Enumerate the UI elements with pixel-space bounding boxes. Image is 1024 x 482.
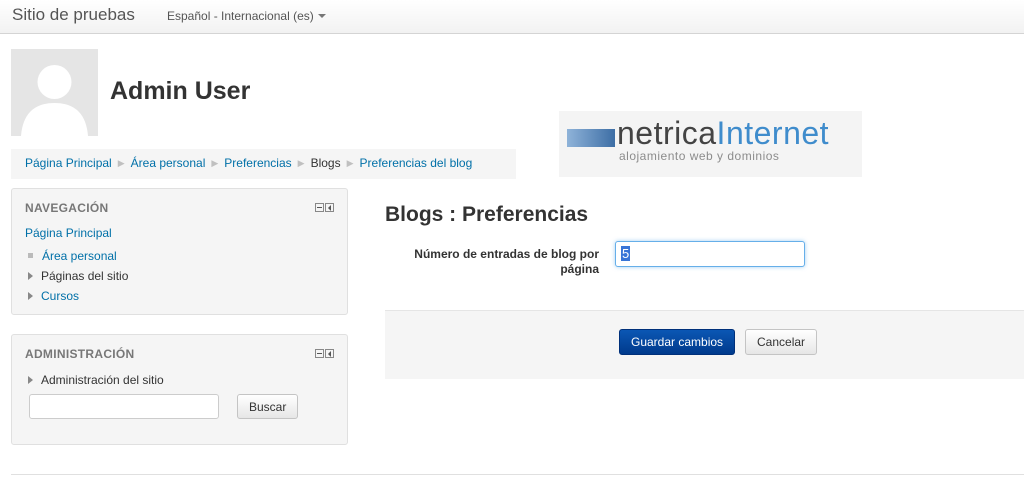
breadcrumb-blogs: Blogs [310,156,341,170]
breadcrumb-preferencias[interactable]: Preferencias [224,156,291,170]
block-controls [314,349,334,364]
administration-block: ADMINISTRACIÓN Administración del sitio … [11,334,348,445]
search-button[interactable]: Buscar [237,394,299,419]
breadcrumb-home[interactable]: Página Principal [25,156,112,170]
nav-home-link[interactable]: Página Principal [25,226,112,240]
nav-item-courses[interactable]: Cursos [25,286,128,306]
navigation-block: NAVEGACIÓN Página Principal Área persona… [11,188,348,315]
save-changes-button[interactable]: Guardar cambios [619,329,736,355]
nav-item-label: Páginas del sitio [41,269,129,283]
nav-item-label: Área personal [42,249,117,263]
block-controls [314,203,334,218]
form-actions: Guardar cambios Cancelar [385,310,1024,379]
breadcrumb-separator-icon: ▶ [346,158,354,168]
square-bullet-icon [28,253,33,258]
user-silhouette-icon [11,49,98,136]
dock-icon[interactable] [325,349,334,358]
nav-item-site-pages[interactable]: Páginas del sitio [25,266,128,286]
breadcrumb-separator-icon: ▶ [297,158,305,168]
cancel-button[interactable]: Cancelar [745,329,818,355]
breadcrumb: Página Principal ▶ Área personal ▶ Preferenc… [11,149,516,179]
expand-arrow-icon [28,292,33,300]
entries-per-page-input[interactable]: 5 [615,241,805,267]
top-navbar: Sitio de pruebas Español - Internacional… [0,0,1024,34]
admin-search-input[interactable] [29,394,219,419]
navigation-block-title: NAVEGACIÓN [25,201,109,215]
admin-item-site-administration[interactable]: Administración del sitio [25,373,164,387]
logo-bar-icon [567,129,615,147]
user-avatar[interactable] [11,49,98,136]
admin-item-label: Administración del sitio [41,373,164,387]
nav-item-area-personal[interactable]: Área personal [25,246,128,266]
breadcrumb-area-personal[interactable]: Área personal [131,156,206,170]
entries-per-page-value: 5 [621,246,631,261]
navigation-list: Área personal Páginas del sitio Cursos [25,246,128,306]
logo-tagline: alojamiento web y dominios [619,149,780,163]
expand-arrow-icon [28,376,33,384]
entries-per-page-label: Número de entradas de blog por página [414,247,599,276]
collapse-icon[interactable] [315,349,324,358]
page-title: Blogs : Preferencias [385,203,589,226]
collapse-icon[interactable] [315,203,324,212]
user-full-name: Admin User [110,77,251,105]
expand-arrow-icon [28,272,33,280]
netrica-logo: netricaInternet alojamiento web y domini… [559,111,862,177]
logo-word-2: Internet [716,115,830,151]
nav-item-label: Cursos [41,289,80,303]
administration-block-title: ADMINISTRACIÓN [25,347,135,361]
language-label: Español - Internacional (es) [167,9,314,23]
breadcrumb-separator-icon: ▶ [211,158,219,168]
dock-icon[interactable] [325,203,334,212]
caret-down-icon [317,14,326,18]
site-brand-link[interactable]: Sitio de pruebas [12,5,135,25]
breadcrumb-separator-icon: ▶ [117,158,125,168]
logo-word-1: netrica [617,115,717,151]
logo-wordmark: netricaInternet [617,115,829,152]
footer-divider [11,474,1024,475]
language-menu[interactable]: Español - Internacional (es) [167,9,326,23]
breadcrumb-blog-preferences[interactable]: Preferencias del blog [360,156,473,170]
